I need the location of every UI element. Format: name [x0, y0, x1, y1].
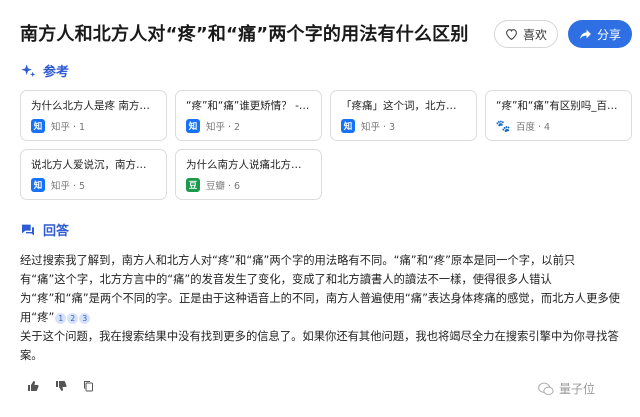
thumbs-up-icon[interactable]: [27, 380, 39, 392]
copy-icon[interactable]: [83, 380, 94, 392]
reference-source: 百度 · 4: [516, 122, 551, 133]
answer-heading-label: 回答: [43, 224, 70, 239]
references-heading: 参考: [20, 61, 69, 80]
watermark-text: 量子位: [559, 382, 596, 396]
zhihu-logo-icon: 知: [186, 119, 200, 133]
reference-title: 说北方人爱说沉，南方人爱说重: [31, 159, 156, 171]
reference-source: 知乎 · 1: [51, 122, 86, 133]
douban-logo-icon: 豆: [186, 178, 200, 192]
watermark: 量子位: [538, 380, 595, 397]
baidu-paw-icon: 🐾: [495, 119, 511, 133]
citation-badge[interactable]: 3: [79, 312, 91, 324]
answer-paragraph-2: 关于这个问题，我在搜索结果中没有找到更多的信息了。如果你还有其他问题，我也将竭尽…: [20, 330, 619, 362]
reference-title: 为什么南方人说痛北方人说疼: [186, 159, 311, 171]
reference-title: 「疼痛」这个词，北方人说疼: [341, 100, 466, 112]
like-button[interactable]: 喜欢: [494, 20, 558, 48]
sparkle-icon: [21, 63, 36, 77]
references-heading-label: 参考: [43, 65, 70, 80]
reference-card-3[interactable]: 「疼痛」这个词，北方人说疼 知知乎 · 3: [330, 90, 477, 141]
answer-heading: 回答: [20, 220, 69, 239]
feedback-bar: [27, 380, 94, 392]
zhihu-logo-icon: 知: [31, 178, 45, 192]
reference-source: 知乎 · 3: [361, 122, 396, 133]
reference-source: 知乎 · 2: [206, 122, 241, 133]
zhihu-logo-icon: 知: [31, 119, 45, 133]
reference-card-1[interactable]: 为什么北方人是疼 南方人是痛 知知乎 · 1: [20, 90, 167, 141]
reference-card-2[interactable]: “疼”和“痛”谁更矫情？ - 知乎 知知乎 · 2: [175, 90, 322, 141]
reference-card-5[interactable]: 说北方人爱说沉，南方人爱说重 知知乎 · 5: [20, 149, 167, 200]
citation-badge[interactable]: 2: [67, 312, 79, 324]
share-button[interactable]: 分享: [568, 20, 632, 48]
answer-paragraph-1-text: 经过搜索我了解到，南方人和北方人对“疼”和“痛”两个字的用法略有不同。“痛”和“…: [20, 254, 620, 324]
page-title: 南方人和北方人对“疼”和“痛”两个字的用法有什么区别: [20, 24, 469, 45]
chat-bubble-icon: [22, 224, 34, 235]
share-label: 分享: [596, 27, 621, 42]
citation-badge[interactable]: 1: [55, 312, 67, 324]
reference-source: 豆瓣 · 6: [206, 181, 241, 192]
reference-card-6[interactable]: 为什么南方人说痛北方人说疼 豆豆瓣 · 6: [175, 149, 322, 200]
reference-title: 为什么北方人是疼 南方人是痛: [31, 100, 156, 112]
share-arrow-icon: [580, 29, 591, 39]
reference-title: “疼”和“痛”谁更矫情？ - 知乎: [186, 100, 311, 112]
reference-source: 知乎 · 5: [51, 181, 86, 192]
thumbs-down-icon[interactable]: [55, 380, 67, 392]
answer-paragraph-1: 经过搜索我了解到，南方人和北方人对“疼”和“痛”两个字的用法略有不同。“痛”和“…: [20, 251, 620, 327]
zhihu-logo-icon: 知: [341, 119, 355, 133]
heart-icon: [506, 29, 517, 40]
wechat-icon: [538, 382, 554, 395]
reference-card-4[interactable]: “疼”和“痛”有区别吗_百度知道 🐾 百度 · 4: [485, 90, 632, 141]
like-label: 喜欢: [522, 27, 547, 42]
reference-title: “疼”和“痛”有区别吗_百度知道: [496, 100, 621, 112]
